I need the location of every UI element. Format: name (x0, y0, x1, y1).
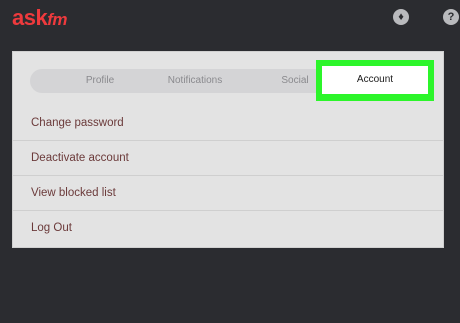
askfm-logo[interactable]: askfm (12, 5, 67, 31)
log-out-link[interactable]: Log Out (13, 211, 443, 245)
gift-icon[interactable]: ♦ (393, 9, 409, 25)
settings-tabs: Profile Notifications Social (30, 69, 330, 93)
tab-notifications[interactable]: Notifications (145, 69, 245, 93)
account-tab-highlight: Account (316, 60, 434, 101)
tab-profile[interactable]: Profile (60, 69, 140, 93)
logo-main: ask (12, 5, 48, 30)
view-blocked-list-link[interactable]: View blocked list (13, 176, 443, 211)
tab-account[interactable]: Account (322, 66, 428, 94)
change-password-link[interactable]: Change password (13, 106, 443, 141)
top-bar: askfm ♦ ? (0, 0, 460, 40)
logo-suffix: fm (47, 10, 67, 29)
help-icon[interactable]: ? (443, 9, 459, 25)
deactivate-account-link[interactable]: Deactivate account (13, 141, 443, 176)
account-menu: Change password Deactivate account View … (13, 106, 443, 245)
settings-panel: Profile Notifications Social Account Cha… (13, 52, 443, 247)
